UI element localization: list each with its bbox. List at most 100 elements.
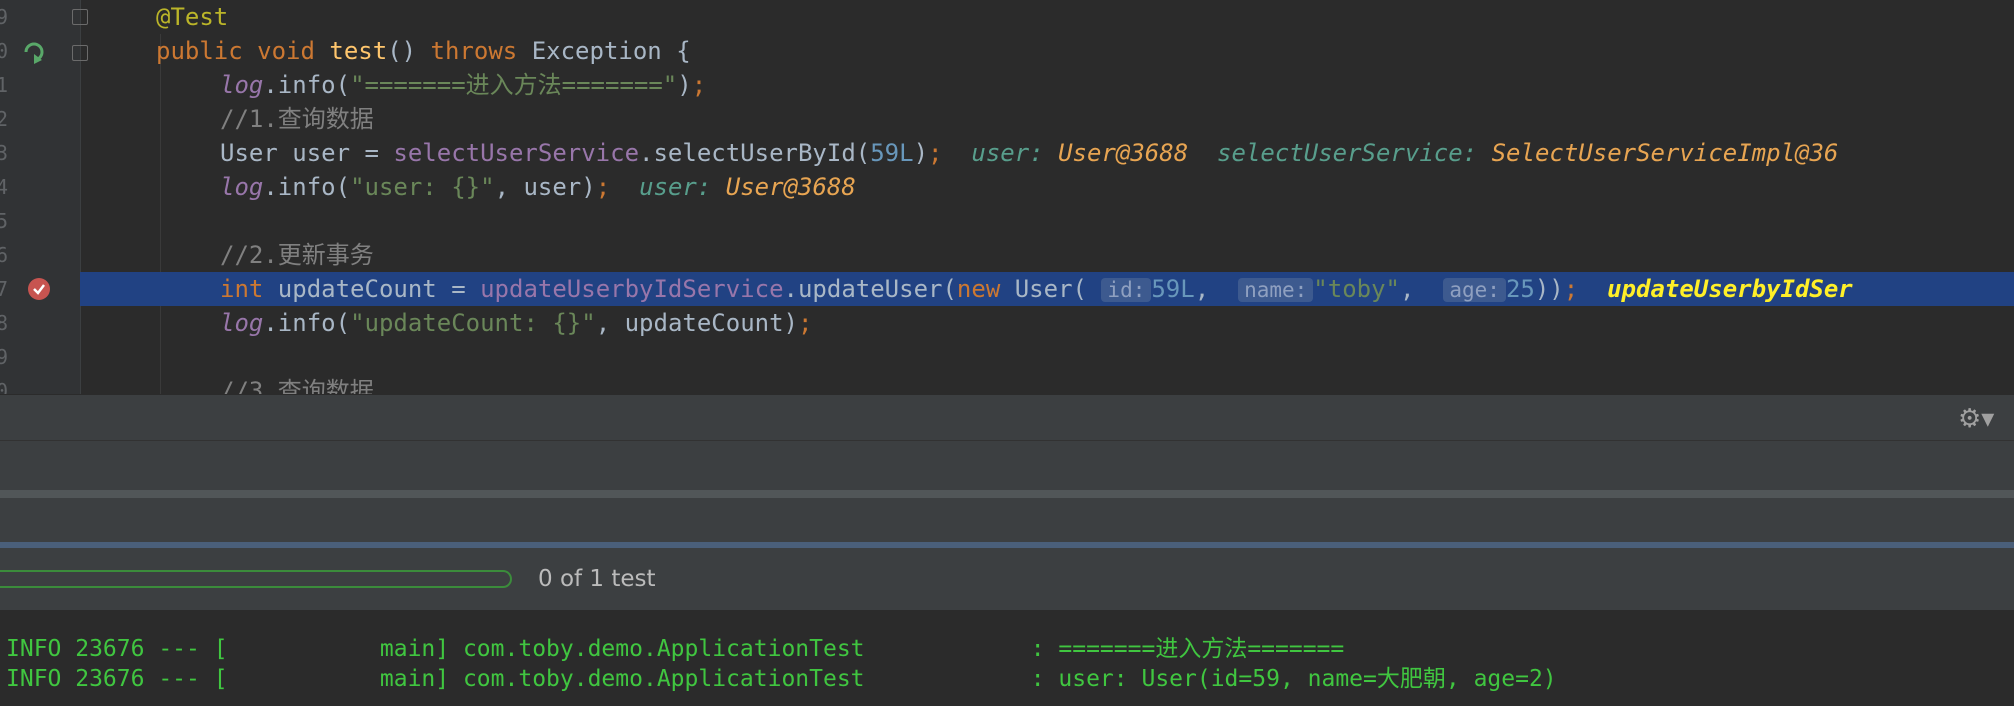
code-token: public void — [156, 37, 330, 65]
code-token: , — [1194, 275, 1239, 303]
code-line[interactable]: 5 — [0, 204, 2014, 238]
code-token: test — [329, 37, 388, 65]
code-token: Exception { — [531, 37, 691, 65]
code-token: @Test — [156, 3, 229, 31]
code-token: .info( — [263, 309, 351, 337]
code-token: ) — [913, 139, 929, 167]
code-token: //3.查询数据 — [220, 377, 374, 394]
line-number: 5 — [0, 209, 9, 233]
code-token: , updateCount) — [595, 309, 798, 337]
parameter-hint: age: — [1443, 278, 1506, 302]
code-token: throws — [430, 37, 532, 65]
code-line[interactable]: 4 log.info("user: {}", user); user: User@… — [0, 170, 2014, 204]
code-line[interactable]: 0 //3.查询数据 — [0, 374, 2014, 394]
code-token: User user = — [220, 139, 394, 167]
panel-divider[interactable] — [0, 490, 2014, 498]
code-token: , user) — [494, 173, 596, 201]
code-editor[interactable]: 9 @Test 0 public void test() throws Excepti… — [0, 0, 2014, 394]
code-token: ) — [677, 71, 692, 99]
code-token: ; — [691, 71, 707, 99]
code-token: ; — [595, 173, 611, 201]
debug-toolbar: ⚙▾ — [0, 394, 2014, 441]
code-token: .info( — [263, 173, 351, 201]
debug-value: SelectUserServiceImpl@36 — [1491, 139, 1839, 167]
code-token: ; — [1563, 275, 1579, 303]
code-token: , — [1400, 275, 1444, 303]
console-output[interactable]: INFO 23676 --- [ main] com.toby.demo.App… — [0, 610, 2014, 706]
code-token: .selectUserById( — [639, 139, 871, 167]
code-text: //3.查询数据 — [220, 374, 374, 394]
code-line[interactable]: 1 log.info("=======进入方法======="); — [0, 68, 2014, 102]
parameter-hint: id: — [1101, 278, 1152, 302]
code-token: log — [220, 71, 264, 99]
debug-value: user: — [971, 139, 1059, 167]
console-line: INFO 23676 --- [ main] com.toby.demo.App… — [6, 636, 1345, 662]
breakpoint-icon[interactable] — [28, 278, 50, 300]
line-number: 3 — [0, 141, 9, 165]
code-text: public void test() throws Exception { — [156, 34, 691, 68]
debug-value: user: — [639, 173, 726, 201]
test-status-bar: 0 of 1 test — [0, 548, 2014, 610]
debug-value: User@3688 — [725, 173, 856, 201]
code-token: int — [220, 275, 278, 303]
line-number: 4 — [0, 175, 9, 199]
code-text: @Test — [156, 0, 228, 34]
test-status-text: 0 of 1 test — [538, 566, 656, 592]
code-token: selectUserService — [393, 139, 640, 167]
line-number: 1 — [0, 73, 9, 97]
console-line: INFO 23676 --- [ main] com.toby.demo.App… — [6, 666, 1557, 692]
code-line[interactable]: 2 //1.查询数据 — [0, 102, 2014, 136]
code-text: log.info("=======进入方法======="); — [220, 68, 706, 102]
code-text: //1.查询数据 — [220, 102, 374, 136]
code-token: ; — [928, 139, 943, 167]
code-token: log — [220, 173, 264, 201]
code-text: User user = selectUserService.selectUser… — [220, 136, 1838, 170]
line-number: 6 — [0, 243, 9, 267]
line-number: 9 — [0, 345, 9, 369]
code-token: updateCount = — [277, 275, 481, 303]
line-number: 2 — [0, 107, 9, 131]
code-token: updateUserbyIdService — [480, 275, 784, 303]
code-line-current[interactable]: 7 int updateCount = updateUserbyIdService… — [0, 272, 2014, 307]
code-token: //2.更新事务 — [220, 241, 374, 269]
line-number: 8 — [0, 311, 9, 335]
code-line[interactable]: 9 — [0, 340, 2014, 374]
code-text: //2.更新事务 — [220, 238, 374, 272]
code-token: User( — [1014, 275, 1102, 303]
code-token: ; — [798, 309, 813, 337]
code-token: "updateCount: {}" — [350, 309, 596, 337]
code-token: 59L — [870, 139, 914, 167]
test-progress-bar — [0, 570, 512, 588]
code-token: () — [387, 37, 431, 65]
line-number: 0 — [0, 39, 9, 63]
code-text: log.info("user: {}", user); user: User@3… — [220, 170, 856, 204]
code-line[interactable]: 8 log.info("updateCount: {}", updateCount… — [0, 306, 2014, 340]
gear-icon[interactable]: ⚙▾ — [1958, 405, 1998, 433]
code-text: log.info("updateCount: {}", updateCount)… — [220, 306, 812, 340]
code-token: //1.查询数据 — [220, 105, 374, 133]
code-token: "=======进入方法=======" — [350, 71, 678, 99]
debug-value: selectUserService: — [1217, 139, 1492, 167]
code-token: new — [956, 275, 1015, 303]
code-line[interactable]: 3 User user = selectUserService.selectUse… — [0, 136, 2014, 170]
code-line[interactable]: 6 //2.更新事务 — [0, 238, 2014, 272]
code-token: 25 — [1505, 275, 1535, 303]
code-token: "toby" — [1313, 275, 1400, 303]
code-token: .info( — [263, 71, 351, 99]
code-line[interactable]: 9 @Test — [0, 0, 2014, 34]
debug-value: User@3688 — [1058, 139, 1189, 167]
code-token: log — [220, 309, 264, 337]
code-text: int updateCount = updateUserbyIdService.… — [220, 272, 1853, 307]
run-toolbar — [0, 498, 2014, 542]
code-line[interactable]: 0 public void test() throws Exception { — [0, 34, 2014, 68]
line-number: 7 — [0, 277, 9, 301]
parameter-hint: name: — [1238, 278, 1314, 302]
debug-value: updateUserbyIdSer — [1607, 275, 1853, 303]
line-number: 9 — [0, 5, 9, 29]
line-number: 0 — [0, 379, 9, 394]
code-token: 59L — [1151, 275, 1195, 303]
